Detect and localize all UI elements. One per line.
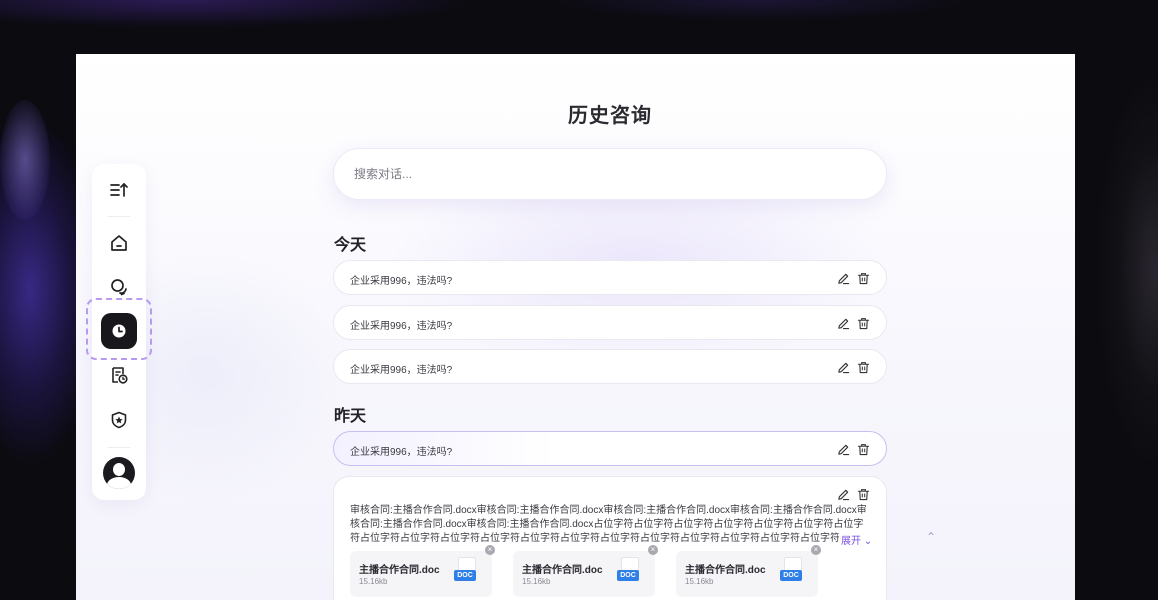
section-title-today: 今天 [334, 237, 367, 254]
edit-button[interactable] [836, 442, 850, 456]
trash-icon [857, 317, 869, 329]
conversation-item-active[interactable]: 企业采用996，违法吗? [333, 431, 887, 466]
delete-button[interactable] [856, 271, 870, 285]
edit-button[interactable] [836, 271, 850, 285]
sidebar-divider [108, 447, 130, 448]
trash-icon [857, 272, 869, 284]
attachment-size: 15.16kb [522, 577, 551, 586]
conversation-item[interactable]: 企业采用996，违法吗? [333, 260, 887, 295]
shield-star-icon [111, 411, 127, 429]
section-title-yesterday: 昨天 [334, 408, 367, 425]
edit-button[interactable] [836, 360, 850, 374]
conversation-item[interactable]: 企业采用996，违法吗? [333, 349, 887, 384]
delete-button[interactable] [856, 442, 870, 456]
doc-file-icon: DOC [780, 557, 804, 583]
doc-file-icon: DOC [617, 557, 641, 583]
delete-button[interactable] [856, 316, 870, 330]
doc-file-icon: DOC [454, 557, 478, 583]
trash-icon [857, 443, 869, 455]
background-glow [0, 0, 1158, 54]
search-input[interactable] [354, 149, 854, 199]
sidebar-item-documents[interactable] [101, 357, 137, 393]
app-window: 历史咨询 今天 企业采用996，违法吗? 企业采用996，违法吗? 企业采 [76, 54, 1075, 600]
conversation-summary: 审核合同:主播合作合同.docx审核合同:主播合作合同.docx审核合同:主播合… [350, 505, 867, 544]
sidebar-item-favorites[interactable] [101, 402, 137, 438]
delete-button[interactable] [856, 487, 870, 501]
sidebar-divider [108, 216, 130, 217]
user-avatar-icon [113, 463, 125, 476]
doc-type-label: DOC [780, 570, 802, 581]
sidebar-item-home[interactable] [101, 225, 137, 261]
edit-pencil-icon [837, 362, 849, 373]
edit-button[interactable] [836, 316, 850, 330]
delete-button[interactable] [856, 360, 870, 374]
attachment-size: 15.16kb [685, 577, 714, 586]
attachment-name: 主播合作合同.doc [522, 565, 603, 576]
chevron-down-icon: ⌄ [861, 536, 873, 547]
edit-pencil-icon [837, 273, 849, 284]
attachment-size: 15.16kb [359, 577, 388, 586]
remove-attachment-icon[interactable]: × [811, 545, 821, 555]
conversation-title: 企业采用996，违法吗? [350, 276, 453, 287]
sidebar-item-history[interactable] [101, 313, 137, 349]
attachment-card[interactable]: 主播合作合同.doc 15.16kb DOC × [513, 545, 658, 597]
conversation-title: 企业采用996，违法吗? [350, 321, 453, 332]
remove-attachment-icon[interactable]: × [485, 545, 495, 555]
edit-pencil-icon [837, 489, 849, 500]
sidebar [86, 164, 152, 500]
conversation-title: 企业采用996，违法吗? [350, 365, 453, 376]
attachment-name: 主播合作合同.doc [359, 565, 440, 576]
trash-icon [857, 488, 869, 500]
attachment-card[interactable]: 主播合作合同.doc 15.16kb DOC × [676, 545, 821, 597]
document-clock-icon [112, 367, 128, 384]
edit-button[interactable] [836, 487, 850, 501]
background-right-shape [1075, 70, 1158, 600]
doc-type-label: DOC [617, 570, 639, 581]
attachment-card[interactable]: 主播合作合同.doc 15.16kb DOC × [350, 545, 495, 597]
conversation-title: 企业采用996，违法吗? [350, 447, 453, 458]
chevron-up-icon[interactable]: ⌃ [924, 530, 938, 544]
edit-pencil-icon [837, 444, 849, 455]
expand-label: 展开 [841, 536, 861, 547]
edit-pencil-icon [837, 318, 849, 329]
sidebar-collapse-button[interactable] [101, 172, 137, 208]
collapse-menu-icon [110, 183, 128, 197]
background-left-orb [0, 70, 80, 550]
doc-type-label: DOC [454, 570, 476, 581]
expand-button[interactable]: 展开 ⌄ [839, 532, 873, 547]
remove-attachment-icon[interactable]: × [648, 545, 658, 555]
conversation-detail-card[interactable]: 审核合同:主播合作合同.docx审核合同:主播合作合同.docx审核合同:主播合… [333, 476, 887, 600]
attachment-name: 主播合作合同.doc [685, 565, 766, 576]
search-box[interactable] [333, 148, 887, 200]
trash-icon [857, 361, 869, 373]
user-avatar[interactable] [103, 457, 135, 489]
home-icon [111, 235, 127, 251]
chat-bubbles-icon [111, 279, 127, 296]
page-title: 历史咨询 [568, 105, 652, 127]
history-clock-icon [112, 324, 126, 338]
conversation-item[interactable]: 企业采用996，违法吗? [333, 305, 887, 340]
